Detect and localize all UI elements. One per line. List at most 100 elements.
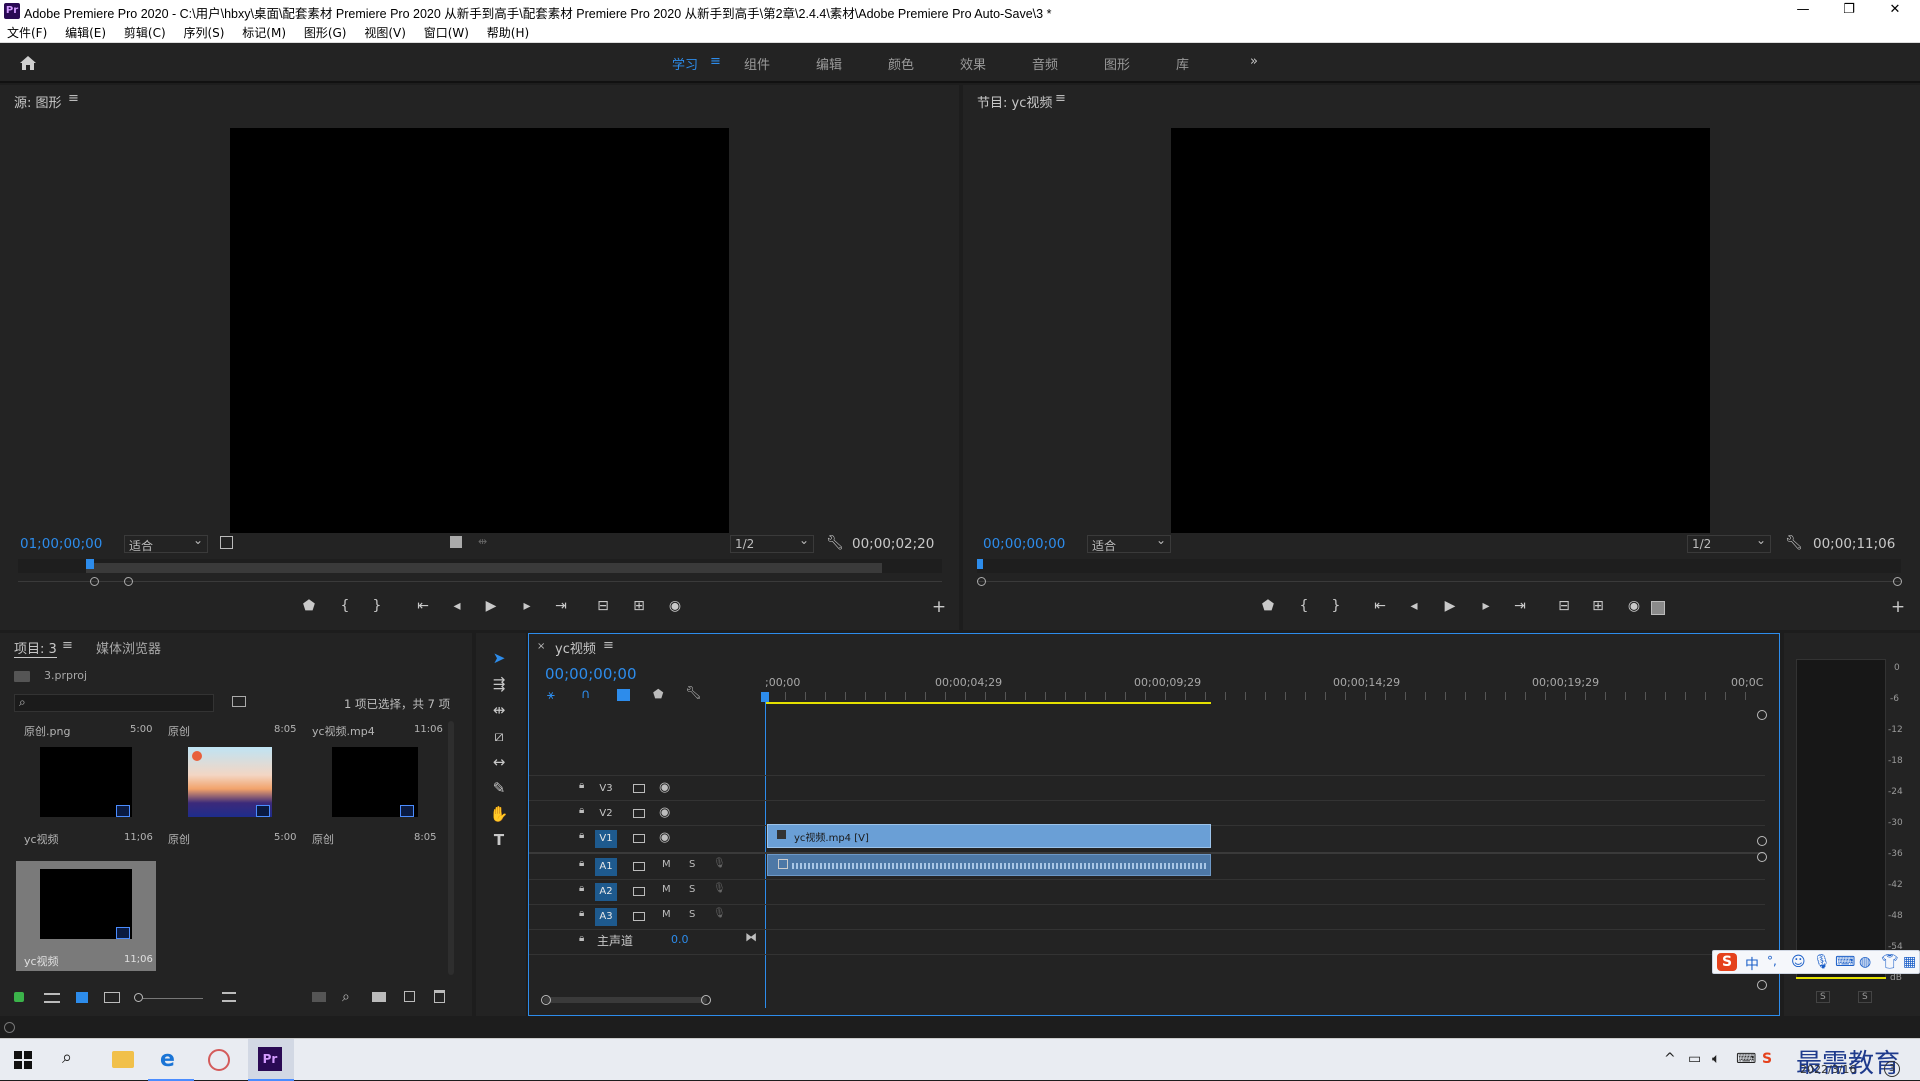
horizontal-zoom-handle-right[interactable] — [701, 995, 711, 1005]
nest-icon[interactable]: ⚹ — [547, 688, 555, 703]
notification-badge[interactable]: 3 — [1884, 1061, 1900, 1077]
video-clip[interactable]: yc视频.mp4 [V] — [767, 824, 1211, 848]
program-lift-button[interactable]: ⊟ — [1553, 598, 1575, 614]
restore-button[interactable]: ❐ — [1826, 0, 1872, 22]
meter-solo-right-button[interactable]: S — [1858, 991, 1872, 1003]
premiere-taskbar-icon[interactable]: Pr — [248, 1039, 294, 1081]
menu-view[interactable]: 视图(V) — [357, 22, 413, 43]
track-label-a1[interactable]: A1 — [595, 858, 617, 876]
menu-help[interactable]: 帮助(H) — [480, 22, 536, 43]
workspace-libraries[interactable]: 库 — [1176, 54, 1189, 73]
project-item[interactable]: 原创 5:00 — [160, 737, 300, 849]
project-item[interactable]: yc视频 11;06 — [16, 737, 156, 849]
vertical-zoom-handle[interactable] — [1757, 710, 1767, 720]
workspace-effects[interactable]: 效果 — [960, 54, 986, 73]
close-sequence-icon[interactable]: × — [537, 641, 545, 652]
source-scrub-ruler[interactable] — [18, 559, 942, 573]
ime-skin-icon[interactable]: ◍ — [1859, 954, 1871, 970]
source-goto-in-button[interactable]: ⇤ — [412, 598, 434, 614]
program-goto-out-button[interactable]: ⇥ — [1509, 598, 1531, 614]
track-label-a3[interactable]: A3 — [595, 908, 617, 926]
add-marker-icon[interactable]: ⬟ — [653, 687, 663, 701]
ime-grid-icon[interactable]: ▦ — [1903, 954, 1916, 970]
network-icon[interactable]: ▭ — [1688, 1051, 1701, 1067]
workspace-assembly[interactable]: 组件 — [744, 54, 770, 73]
mute-button[interactable]: M — [662, 884, 671, 895]
menu-marker[interactable]: 标记(M) — [235, 22, 293, 43]
new-bin-icon[interactable] — [372, 992, 386, 1002]
time-ruler[interactable] — [765, 692, 1765, 700]
menu-edit[interactable]: 编辑(E) — [58, 22, 113, 43]
program-add-marker-button[interactable]: ⬟ — [1257, 598, 1279, 614]
sort-icon[interactable] — [222, 992, 236, 1002]
minimize-button[interactable]: — — [1780, 0, 1826, 22]
ime-keyboard-icon[interactable]: ⌨ — [1835, 954, 1855, 970]
vertical-zoom-handle[interactable] — [1757, 980, 1767, 990]
track-label-a2[interactable]: A2 — [595, 883, 617, 901]
vertical-zoom-handle[interactable] — [1757, 836, 1767, 846]
solo-button[interactable]: S — [689, 859, 695, 870]
eye-icon[interactable]: ◉ — [659, 830, 670, 845]
tab-media-browser[interactable]: 媒体浏览器 — [96, 638, 161, 657]
track-label-v3[interactable]: V3 — [595, 780, 617, 798]
track-lock-icon[interactable]: 🔒︎ — [579, 933, 584, 944]
solo-button[interactable]: S — [689, 884, 695, 895]
program-monitor-title[interactable]: 节目: yc视频 — [977, 92, 1052, 111]
file-explorer-icon[interactable] — [112, 1051, 134, 1068]
sync-lock-icon[interactable] — [633, 809, 645, 818]
workspace-learning[interactable]: 学习 — [672, 54, 698, 73]
list-view-icon[interactable] — [44, 993, 60, 1003]
eye-icon[interactable]: ◉ — [659, 805, 670, 820]
master-volume-value[interactable]: 0.0 — [671, 933, 689, 946]
windows-start-icon[interactable] — [14, 1051, 32, 1069]
panel-menu-icon[interactable]: ≡ — [62, 638, 73, 653]
comparison-view-icon[interactable] — [1651, 601, 1665, 615]
program-mark-in-button[interactable]: { — [1293, 598, 1315, 614]
workspace-editing[interactable]: 编辑 — [816, 54, 842, 73]
ime-emoji-icon[interactable]: ☺ — [1791, 954, 1806, 970]
freeform-view-icon[interactable] — [104, 992, 120, 1003]
source-insert-icon[interactable] — [450, 536, 462, 548]
source-step-back-button[interactable]: ◂ — [446, 598, 468, 614]
find-icon[interactable]: ⌕ — [342, 989, 350, 1005]
ime-toolbar[interactable]: S 中 °, ☺ 🎙︎ ⌨ ◍ 👕︎ ▦ — [1712, 950, 1920, 974]
source-zoom-handle-left[interactable] — [90, 577, 99, 586]
panel-menu-icon[interactable]: ≡ — [603, 638, 614, 653]
source-goto-out-button[interactable]: ⇥ — [550, 598, 572, 614]
zoom-slider[interactable] — [143, 998, 203, 999]
track-lock-icon[interactable]: 🔒︎ — [579, 780, 584, 791]
source-zoom-bar[interactable] — [18, 581, 942, 582]
mute-button[interactable]: M — [662, 859, 671, 870]
track-lock-icon[interactable]: 🔒︎ — [579, 830, 584, 841]
solo-button[interactable]: S — [689, 909, 695, 920]
sogou-logo-icon[interactable]: S — [1717, 953, 1737, 971]
timeline-playhead[interactable] — [765, 692, 766, 1008]
source-step-forward-button[interactable]: ▸ — [516, 598, 538, 614]
workspace-graphics[interactable]: 图形 — [1104, 54, 1130, 73]
menu-clip[interactable]: 剪辑(C) — [117, 22, 173, 43]
source-zoom-handle-right[interactable] — [124, 577, 133, 586]
ime-shirt-icon[interactable]: 👕︎ — [1881, 954, 1899, 970]
workspace-more-icon[interactable]: » — [1250, 54, 1258, 69]
menu-file[interactable]: 文件(F) — [0, 22, 54, 43]
source-add-button[interactable]: + — [928, 597, 950, 617]
panel-menu-icon[interactable]: ≡ — [1055, 91, 1066, 106]
icon-view-icon[interactable] — [76, 992, 88, 1003]
horizontal-zoom-handle-left[interactable] — [541, 995, 551, 1005]
vertical-zoom-handle[interactable] — [1757, 852, 1767, 862]
project-scrollbar[interactable] — [448, 721, 454, 975]
trash-icon[interactable] — [434, 990, 445, 1003]
ime-tray-icon[interactable]: ⌨ — [1736, 1051, 1756, 1067]
source-overwrite-button[interactable]: ⊞ — [628, 598, 650, 614]
track-lock-icon[interactable]: 🔒︎ — [579, 883, 584, 894]
sync-lock-icon[interactable] — [633, 912, 645, 921]
track-label-v2[interactable]: V2 — [595, 805, 617, 823]
meter-solo-left-button[interactable]: S — [1816, 991, 1830, 1003]
project-search-input[interactable]: ⌕ — [14, 694, 214, 712]
project-item[interactable]: 原创 8:05 — [304, 737, 444, 849]
source-resolution-dropdown[interactable]: 1/2 — [730, 533, 814, 553]
selection-tool-icon[interactable]: ➤ — [488, 649, 510, 671]
mute-button[interactable]: M — [662, 909, 671, 920]
program-scrub-ruler[interactable] — [977, 559, 1901, 573]
project-item-selected[interactable]: yc视频 11;06 — [16, 861, 156, 971]
